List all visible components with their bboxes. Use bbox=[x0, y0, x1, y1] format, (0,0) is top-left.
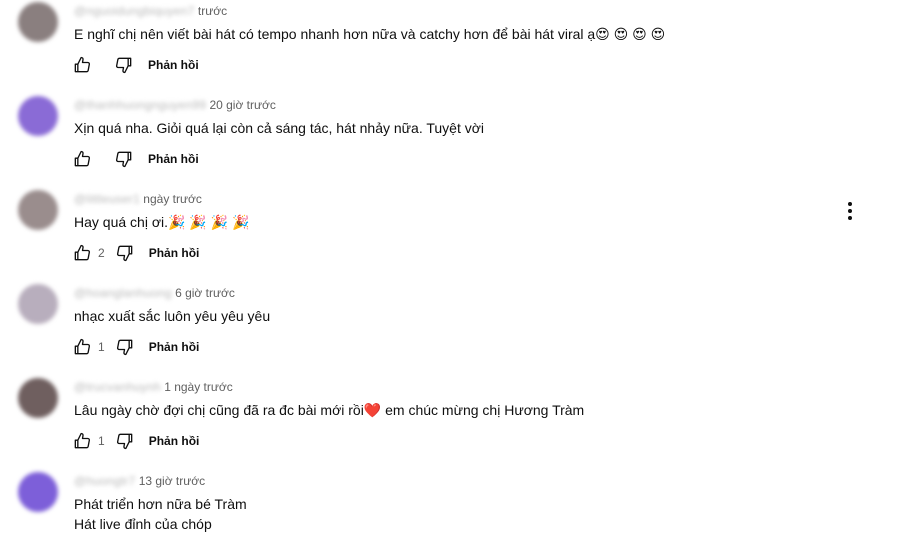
comment-actions: Phản hồi bbox=[70, 53, 199, 77]
comment-header: @nguoidungbiquyen7 trước bbox=[74, 4, 227, 18]
comment-text: Lâu ngày chờ đợi chị cũng đã ra đc bài m… bbox=[74, 400, 584, 420]
dislike-icon[interactable] bbox=[112, 53, 136, 77]
comment-text-line: Phát triển hơn nữa bé Tràm bbox=[74, 496, 247, 512]
dislike-icon[interactable] bbox=[113, 241, 137, 265]
author-name[interactable]: @trucvanhuynh bbox=[74, 380, 161, 394]
reply-button[interactable]: Phản hồi bbox=[149, 246, 200, 260]
comment-text-line: Hát live đỉnh của chóp bbox=[74, 516, 212, 532]
like-icon[interactable] bbox=[70, 53, 94, 77]
avatar[interactable] bbox=[18, 378, 58, 418]
comment-header: @huongtr7 13 giờ trước bbox=[74, 474, 205, 488]
comment-header: @hoanglanhuong 6 giờ trước bbox=[74, 286, 235, 300]
comment-header: @trucvanhuynh 1 ngày trước bbox=[74, 380, 233, 394]
timestamp[interactable]: 6 giờ trước bbox=[175, 286, 235, 300]
comment-actions: 1 Phản hồi bbox=[70, 335, 199, 359]
avatar[interactable] bbox=[18, 190, 58, 230]
timestamp[interactable]: trước bbox=[198, 4, 227, 18]
author-name[interactable]: @huongtr7 bbox=[74, 474, 135, 488]
reply-button[interactable]: Phản hồi bbox=[148, 152, 199, 166]
comment-actions: 1 Phản hồi bbox=[70, 429, 199, 453]
avatar[interactable] bbox=[18, 96, 58, 136]
dislike-icon[interactable] bbox=[112, 147, 136, 171]
comment-header: @thanhhuongnguyen99 20 giờ trước bbox=[74, 98, 276, 112]
like-icon[interactable] bbox=[70, 241, 94, 265]
comment-text: Xịn quá nha. Giỏi quá lại còn cả sáng tá… bbox=[74, 118, 484, 138]
avatar[interactable] bbox=[18, 2, 58, 42]
dislike-icon[interactable] bbox=[113, 429, 137, 453]
comment-text: E nghĩ chị nên viết bài hát có tempo nha… bbox=[74, 24, 665, 44]
author-name[interactable]: @nguoidungbiquyen7 bbox=[74, 4, 195, 18]
comment-actions: Phản hồi bbox=[70, 147, 199, 171]
timestamp[interactable]: ngày trước bbox=[143, 192, 202, 206]
comment-text-line: Lâu ngày chờ đợi chị cũng đã ra đc bài m… bbox=[74, 402, 585, 418]
like-count: 1 bbox=[98, 434, 105, 448]
comment-actions: 2 Phản hồi bbox=[70, 241, 199, 265]
like-icon[interactable] bbox=[70, 147, 94, 171]
timestamp[interactable]: 20 giờ trước bbox=[209, 98, 275, 112]
reply-button[interactable]: Phản hồi bbox=[149, 434, 200, 448]
like-icon[interactable] bbox=[70, 429, 94, 453]
like-icon[interactable] bbox=[70, 335, 94, 359]
dislike-icon[interactable] bbox=[113, 335, 137, 359]
more-actions-icon[interactable] bbox=[838, 199, 862, 223]
author-name[interactable]: @thanhhuongnguyen99 bbox=[74, 98, 206, 112]
author-name[interactable]: @littleuser1 bbox=[74, 192, 140, 206]
comment-text-line: Xịn quá nha. Giỏi quá lại còn cả sáng tá… bbox=[74, 120, 485, 136]
comment-text-line: Hay quá chị ơi.🎉 🎉 🎉 🎉 bbox=[74, 214, 250, 230]
like-count: 1 bbox=[98, 340, 105, 354]
comment-text-line: E nghĩ chị nên viết bài hát có tempo nha… bbox=[74, 26, 666, 42]
comment-text-line: nhạc xuất sắc luôn yêu yêu yêu bbox=[74, 308, 271, 324]
avatar[interactable] bbox=[18, 284, 58, 324]
reply-button[interactable]: Phản hồi bbox=[149, 340, 200, 354]
avatar[interactable] bbox=[18, 472, 58, 512]
author-name[interactable]: @hoanglanhuong bbox=[74, 286, 172, 300]
timestamp[interactable]: 13 giờ trước bbox=[139, 474, 205, 488]
comment-header: @littleuser1 ngày trước bbox=[74, 192, 202, 206]
reply-button[interactable]: Phản hồi bbox=[148, 58, 199, 72]
timestamp[interactable]: 1 ngày trước bbox=[164, 380, 233, 394]
comment-text: Phát triển hơn nữa bé Tràm Hát live đỉnh… bbox=[74, 494, 247, 534]
comment-text: Hay quá chị ơi.🎉 🎉 🎉 🎉 bbox=[74, 212, 249, 232]
like-count: 2 bbox=[98, 246, 105, 260]
comment-text: nhạc xuất sắc luôn yêu yêu yêu bbox=[74, 306, 270, 326]
